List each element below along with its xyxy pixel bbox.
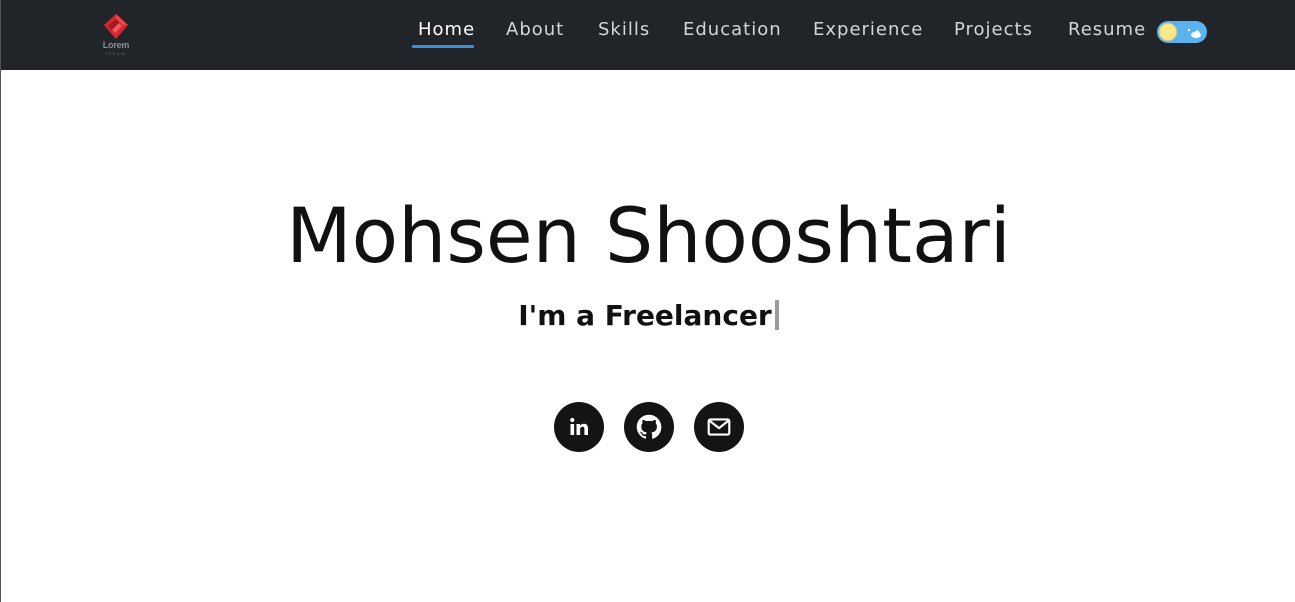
- hero-name: Mohsen Shooshtari: [286, 191, 1011, 280]
- nav-item-education[interactable]: Education: [683, 19, 782, 41]
- github-icon: [636, 414, 662, 439]
- sun-icon: [1159, 23, 1177, 41]
- navbar: Lorem IPSUM Home About Skills Education …: [1, 0, 1295, 70]
- nav-item-home[interactable]: Home: [418, 19, 475, 41]
- nav-item-experience[interactable]: Experience: [813, 19, 923, 41]
- tagline-role: Freelancer: [604, 299, 772, 332]
- theme-toggle[interactable]: [1157, 21, 1207, 43]
- cloud-icon: [1187, 28, 1201, 38]
- logo-subtext: IPSUM: [105, 51, 127, 56]
- mail-icon: [707, 418, 731, 436]
- tagline-prefix: I'm a: [518, 299, 605, 332]
- logo-mark-icon: [104, 14, 128, 39]
- active-nav-indicator: [412, 45, 474, 48]
- linkedin-icon: [570, 417, 588, 435]
- nav-item-skills[interactable]: Skills: [598, 19, 650, 41]
- nav-item-about[interactable]: About: [506, 19, 564, 41]
- nav-item-projects[interactable]: Projects: [954, 19, 1033, 41]
- nav-item-resume[interactable]: Resume: [1068, 19, 1146, 41]
- github-button[interactable]: [624, 402, 674, 452]
- page: Lorem IPSUM Home About Skills Education …: [0, 0, 1295, 602]
- social-links: [554, 402, 744, 452]
- linkedin-button[interactable]: [554, 402, 604, 452]
- typing-cursor: [774, 300, 779, 330]
- logo-text: Lorem: [102, 40, 130, 50]
- hero-tagline: I'm a Freelancer: [1, 296, 1295, 336]
- logo[interactable]: Lorem IPSUM: [97, 12, 135, 58]
- email-button[interactable]: [694, 402, 744, 452]
